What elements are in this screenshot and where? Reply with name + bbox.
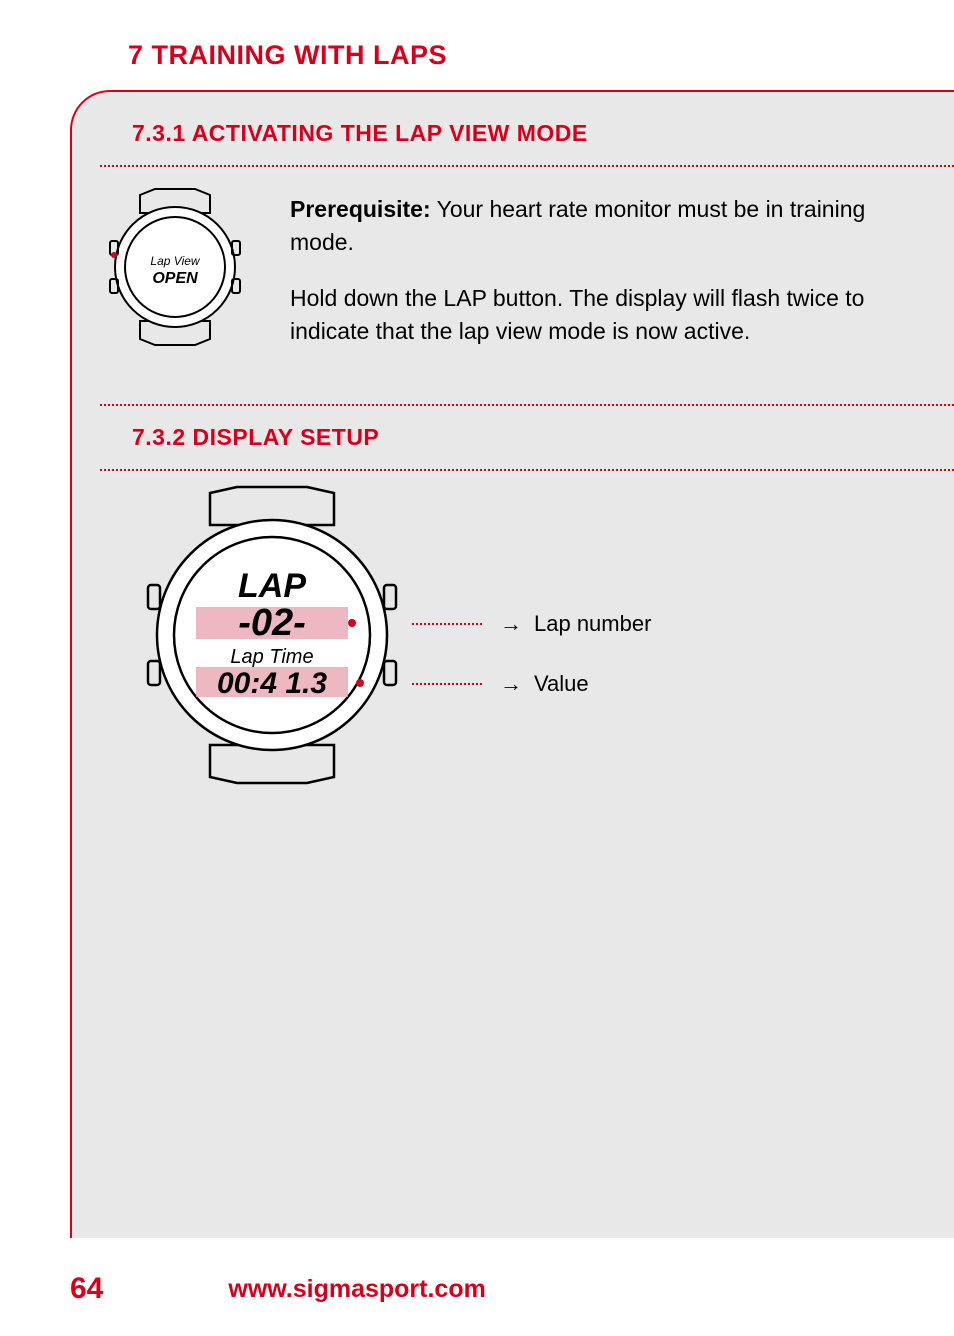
section1-body: Lap View OPEN Prerequisite: Your heart r… <box>72 167 954 404</box>
watch-large-value: 00:4 1.3 <box>217 667 327 700</box>
dotted-leader-icon <box>412 623 482 625</box>
watch-small-line2: OPEN <box>152 270 198 287</box>
watch-large-label: Lap Time <box>230 646 313 668</box>
watch-large-num: -02- <box>238 602 306 644</box>
footer-url: www.sigmasport.com <box>228 1275 485 1304</box>
watch-small-line1: Lap View <box>150 254 200 268</box>
annotation-value: → Value <box>412 671 589 697</box>
annotation1-text: Lap number <box>534 611 651 637</box>
instruction-text: Prerequisite: Your heart rate monitor mu… <box>290 187 914 370</box>
content-frame: 7.3.1 ACTIVATING THE LAP VIEW MODE Lap V… <box>70 90 954 1238</box>
page-footer: 64 www.sigmasport.com <box>0 1272 954 1306</box>
watch-large-top: LAP <box>238 567 306 605</box>
page-number: 64 <box>70 1272 103 1306</box>
arrow-icon: → <box>500 611 522 637</box>
section2-body: LAP -02- Lap Time 00:4 1.3 → Lap number … <box>72 471 954 841</box>
section2-heading: 7.3.2 DISPLAY SETUP <box>72 406 954 469</box>
dotted-leader-icon <box>412 683 482 685</box>
instruction-paragraph: Hold down the LAP button. The display wi… <box>290 282 914 349</box>
watch-illustration-small: Lap View OPEN <box>100 187 250 347</box>
arrow-icon: → <box>500 671 522 697</box>
annotation-lap-number: → Lap number <box>412 611 651 637</box>
page-title: 7 TRAINING WITH LAPS <box>128 40 447 71</box>
section1-heading: 7.3.1 ACTIVATING THE LAP VIEW MODE <box>72 92 954 165</box>
watch-illustration-large: LAP -02- Lap Time 00:4 1.3 <box>132 485 412 785</box>
prerequisite-label: Prerequisite: <box>290 196 431 222</box>
annotation2-text: Value <box>534 671 589 697</box>
